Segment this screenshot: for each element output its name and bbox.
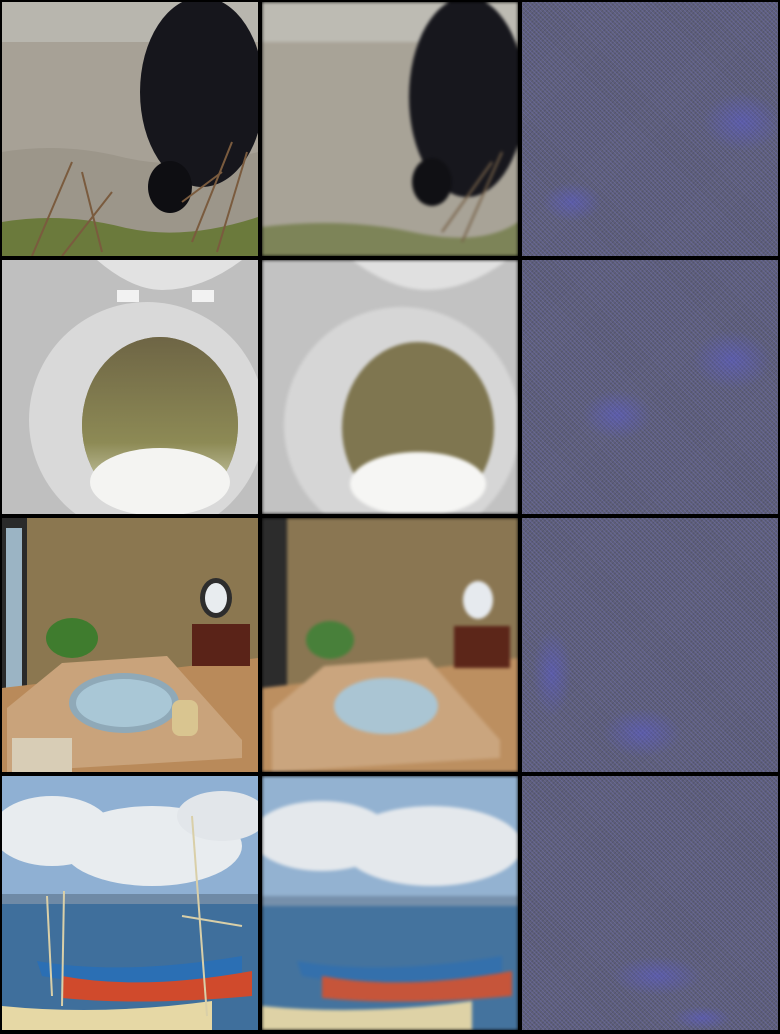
bear-noise-image [522, 2, 778, 256]
image-grid [0, 0, 780, 1034]
bathroom-reconstruction-image [262, 518, 518, 772]
bear-reconstruction-image [262, 2, 518, 256]
bathroom-noise-image [522, 518, 778, 772]
toilet-reconstruction-image [262, 260, 518, 514]
toilet-original-image [2, 260, 258, 514]
harbor-reconstruction-image [262, 776, 518, 1030]
bear-original-image [2, 2, 258, 256]
bathroom-original-image [2, 518, 258, 772]
harbor-noise-image [522, 776, 778, 1030]
toilet-noise-image [522, 260, 778, 514]
harbor-original-image [2, 776, 258, 1030]
